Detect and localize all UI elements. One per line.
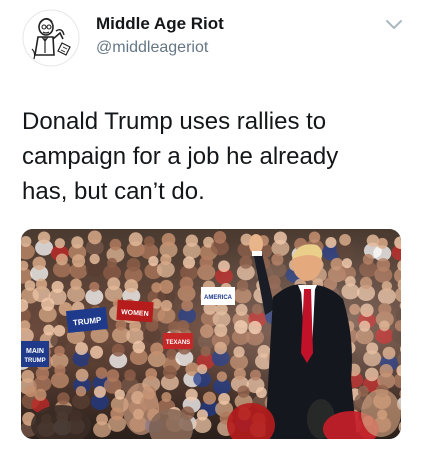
tweet-card: Middle Age Riot @middleageriot Donald Tr… — [0, 0, 422, 455]
sign-text: TEXANS — [166, 340, 190, 346]
rally-photo: TRUMP WOMEN MAIN TRUMP TEXANS AMERICA — [21, 229, 401, 439]
account-info[interactable]: Middle Age Riot @middleageriot — [96, 14, 224, 58]
sign-text: TRUMP — [24, 358, 45, 364]
avatar[interactable] — [22, 9, 80, 67]
tweet-text-line: campaign for a job he already — [22, 143, 339, 170]
tweet-text-line: Donald Trump uses rallies to — [22, 108, 327, 135]
tweet-text: Donald Trump uses rallies to campaign fo… — [22, 104, 402, 209]
tweet-text-line: has, but can’t do. — [22, 178, 205, 205]
sign-text: AMERICA — [204, 295, 233, 301]
tweet-photo[interactable]: TRUMP WOMEN MAIN TRUMP TEXANS AMERICA — [21, 229, 401, 439]
user-handle[interactable]: @middleageriot — [96, 38, 224, 58]
display-name[interactable]: Middle Age Riot — [96, 14, 224, 34]
more-options-chevron-icon[interactable] — [384, 18, 404, 32]
sign-text: MAIN — [26, 348, 44, 355]
avatar-illustration-icon — [22, 9, 80, 67]
